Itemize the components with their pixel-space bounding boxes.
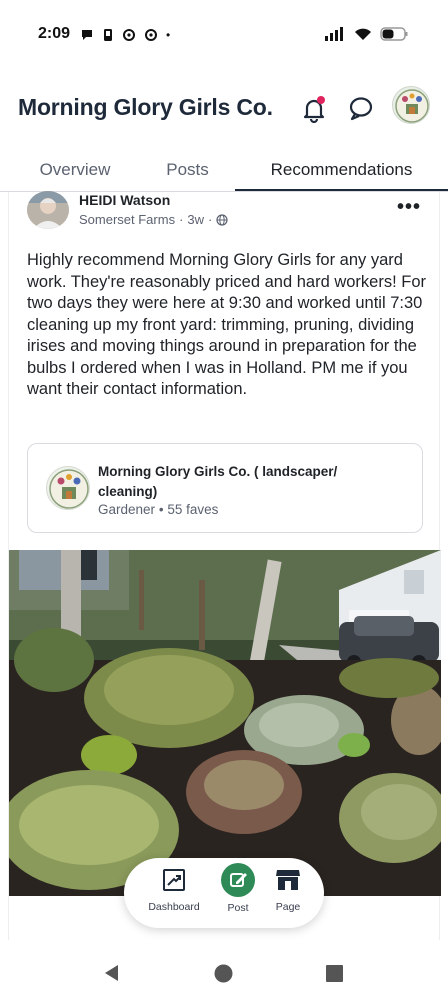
author-neighborhood[interactable]: Somerset Farms [79, 212, 175, 227]
tab-recommendations[interactable]: Recommendations [235, 150, 448, 192]
system-navigation-bar [0, 940, 448, 1000]
author-name[interactable]: HEIDI Watson [79, 192, 170, 208]
more-options-button[interactable]: ••• [397, 196, 421, 219]
yard-photo [9, 550, 441, 896]
detail-separator: • [158, 502, 164, 517]
status-time: 2:09 [38, 25, 71, 42]
business-name: Morning Glory Girls Co. ( landscaper/ cl… [98, 464, 338, 499]
business-logo [46, 466, 90, 510]
post-meta: Somerset Farms · 3w · [79, 212, 228, 227]
battery-icon [380, 27, 408, 41]
app-header: Morning Glory Girls Co. [0, 70, 448, 148]
business-logo-icon [49, 469, 89, 509]
business-faves: 55 faves [167, 502, 219, 517]
chat-bubble-icon [349, 97, 373, 121]
more-notifications-dot: • [166, 28, 171, 42]
bell-icon [303, 96, 325, 124]
business-details: Gardener • 55 faves [98, 502, 218, 517]
page-title: Morning Glory Girls Co. [18, 94, 273, 120]
globe-icon [216, 213, 228, 226]
tab-overview[interactable]: Overview [0, 150, 150, 192]
status-system-icons [324, 27, 408, 41]
compose-icon [221, 863, 255, 897]
bottom-action-bar: Dashboard Post Page [124, 858, 324, 928]
trend-chart-icon [163, 869, 185, 891]
author-avatar[interactable] [27, 191, 69, 229]
tab-posts[interactable]: Posts [150, 150, 225, 192]
recents-icon[interactable] [326, 965, 343, 982]
post-age: 3w [187, 212, 205, 227]
page-button[interactable]: Page [256, 868, 320, 913]
meta-separator: · [179, 212, 184, 227]
dashboard-label: Dashboard [148, 901, 200, 913]
signal-icon [325, 27, 343, 41]
post-photo[interactable] [9, 550, 441, 896]
gear-icon [145, 29, 157, 41]
status-bar: 2:09 • [0, 0, 448, 70]
message-icon [82, 30, 92, 40]
wifi-icon [355, 28, 371, 40]
home-icon[interactable] [214, 964, 233, 983]
business-avatar[interactable] [392, 86, 430, 124]
post-body-text: Highly recommend Morning Glory Girls for… [27, 251, 427, 398]
page-label: Page [275, 901, 301, 913]
messages-button[interactable] [346, 94, 376, 124]
storefront-icon [276, 870, 300, 890]
person-photo-icon [27, 191, 69, 229]
notifications-button[interactable] [299, 94, 329, 124]
tab-bar: Overview Posts Recommendations [0, 150, 448, 192]
business-link-card[interactable]: Morning Glory Girls Co. ( landscaper/ cl… [27, 443, 423, 533]
back-icon[interactable] [103, 964, 121, 982]
meta-separator: · [208, 212, 213, 227]
status-notifications: • [80, 28, 170, 42]
phone-icon [104, 29, 112, 41]
dashboard-button[interactable]: Dashboard [142, 868, 206, 913]
business-category: Gardener [98, 502, 156, 517]
business-logo-icon [395, 89, 429, 123]
gear-icon [123, 29, 135, 41]
